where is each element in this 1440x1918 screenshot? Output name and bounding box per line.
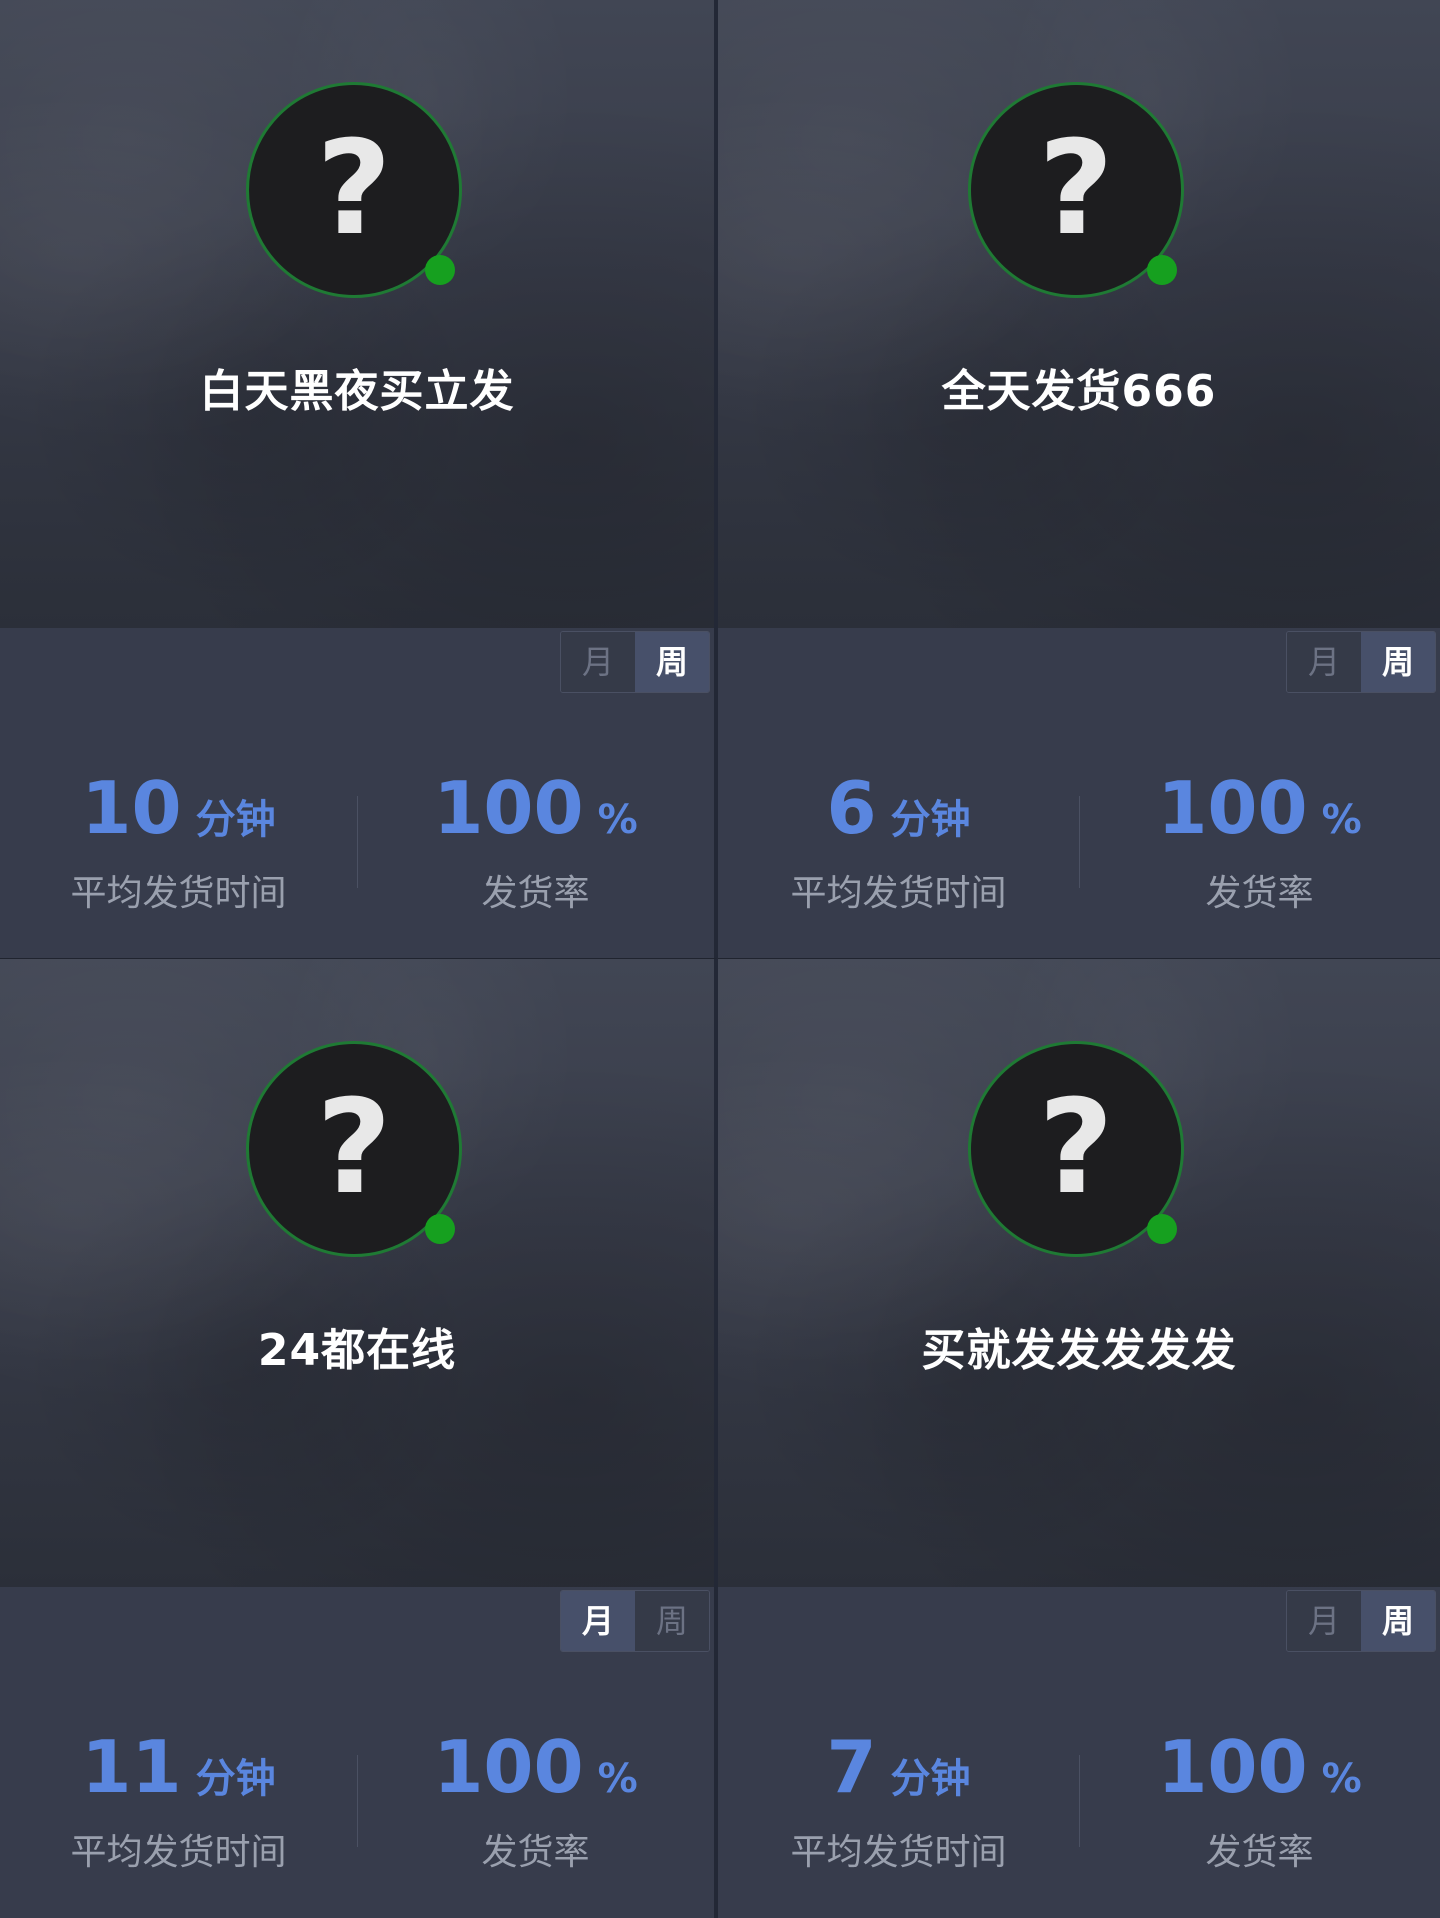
ship-rate-value: 100 [1157,766,1308,850]
seller-card-grid: ? 白天黑夜买立发 月 周 10 分钟 平均发货时间 100% 发货率 ? 全天… [0,0,1440,1918]
avg-ship-time-value: 7 [826,1725,877,1809]
avg-ship-time-unit: 分钟 [195,797,276,843]
seller-card[interactable]: ? 全天发货666 月 周 6 分钟 平均发货时间 100% 发货率 [718,0,1440,959]
period-toggle-week[interactable]: 周 [1361,1591,1435,1651]
seller-card[interactable]: ? 买就发发发发发 月 周 7 分钟 平均发货时间 100% 发货率 [718,959,1440,1918]
seller-card-header: ? 买就发发发发发 [718,959,1440,1587]
online-status-dot-icon [1147,255,1177,285]
avg-ship-time-stat: 6 分钟 平均发货时间 [718,766,1079,916]
seller-avatar[interactable]: ? [968,1041,1184,1257]
avg-ship-time-label: 平均发货时间 [790,873,1007,914]
seller-stats-panel: 月 周 6 分钟 平均发货时间 100% 发货率 [718,628,1440,958]
period-toggle-week[interactable]: 周 [635,632,709,692]
ship-rate-label: 发货率 [481,873,590,914]
period-toggle: 月 周 [560,631,710,693]
avg-ship-time-value: 10 [81,766,182,850]
period-toggle-month[interactable]: 月 [561,1591,635,1651]
avg-ship-time-label: 平均发货时间 [70,1832,287,1873]
avg-ship-time-stat: 10 分钟 平均发货时间 [0,766,357,916]
ship-rate-stat: 100% 发货率 [1079,766,1440,916]
period-toggle: 月 周 [1286,1590,1436,1652]
seller-card-header: ? 全天发货666 [718,0,1440,628]
seller-name[interactable]: 24都在线 [0,1314,714,1378]
question-mark-avatar-icon: ? [1038,1071,1114,1223]
seller-avatar[interactable]: ? [246,82,462,298]
avg-ship-time-stat: 11 分钟 平均发货时间 [0,1725,357,1875]
ship-rate-value: 100 [433,1725,584,1809]
seller-stats-panel: 月 周 11 分钟 平均发货时间 100% 发货率 [0,1587,714,1918]
ship-rate-stat: 100% 发货率 [357,1725,714,1875]
seller-name[interactable]: 买就发发发发发 [718,1314,1440,1378]
period-toggle: 月 周 [560,1590,710,1652]
ship-rate-label: 发货率 [1205,1832,1314,1873]
seller-avatar[interactable]: ? [246,1041,462,1257]
ship-rate-stat: 100% 发货率 [357,766,714,916]
avg-ship-time-value: 6 [826,766,877,850]
stats-row: 10 分钟 平均发货时间 100% 发货率 [0,766,714,916]
ship-rate-value: 100 [1157,1725,1308,1809]
period-toggle-week[interactable]: 周 [1361,632,1435,692]
stats-row: 7 分钟 平均发货时间 100% 发货率 [718,1725,1440,1875]
period-toggle-month[interactable]: 月 [1287,632,1361,692]
avg-ship-time-unit: 分钟 [890,1756,971,1802]
avg-ship-time-unit: 分钟 [890,797,971,843]
stats-row: 6 分钟 平均发货时间 100% 发货率 [718,766,1440,916]
avg-ship-time-label: 平均发货时间 [790,1832,1007,1873]
ship-rate-label: 发货率 [481,1832,590,1873]
ship-rate-unit: % [597,1756,638,1802]
seller-card[interactable]: ? 24都在线 月 周 11 分钟 平均发货时间 100% 发货率 [0,959,718,1918]
avg-ship-time-stat: 7 分钟 平均发货时间 [718,1725,1079,1875]
seller-avatar[interactable]: ? [968,82,1184,298]
period-toggle-month[interactable]: 月 [1287,1591,1361,1651]
online-status-dot-icon [425,1214,455,1244]
period-toggle: 月 周 [1286,631,1436,693]
stats-row: 11 分钟 平均发货时间 100% 发货率 [0,1725,714,1875]
seller-card[interactable]: ? 白天黑夜买立发 月 周 10 分钟 平均发货时间 100% 发货率 [0,0,718,959]
ship-rate-unit: % [597,797,638,843]
ship-rate-unit: % [1321,797,1362,843]
period-toggle-week[interactable]: 周 [635,1591,709,1651]
avg-ship-time-label: 平均发货时间 [70,873,287,914]
ship-rate-value: 100 [433,766,584,850]
ship-rate-label: 发货率 [1205,873,1314,914]
seller-stats-panel: 月 周 10 分钟 平均发货时间 100% 发货率 [0,628,714,958]
question-mark-avatar-icon: ? [316,1071,392,1223]
question-mark-avatar-icon: ? [1038,112,1114,264]
seller-card-header: ? 白天黑夜买立发 [0,0,714,628]
seller-stats-panel: 月 周 7 分钟 平均发货时间 100% 发货率 [718,1587,1440,1918]
seller-name[interactable]: 白天黑夜买立发 [0,355,714,419]
period-toggle-month[interactable]: 月 [561,632,635,692]
online-status-dot-icon [1147,1214,1177,1244]
seller-name[interactable]: 全天发货666 [718,355,1440,419]
avg-ship-time-unit: 分钟 [195,1756,276,1802]
ship-rate-unit: % [1321,1756,1362,1802]
question-mark-avatar-icon: ? [316,112,392,264]
ship-rate-stat: 100% 发货率 [1079,1725,1440,1875]
online-status-dot-icon [425,255,455,285]
avg-ship-time-value: 11 [81,1725,182,1809]
seller-card-header: ? 24都在线 [0,959,714,1587]
